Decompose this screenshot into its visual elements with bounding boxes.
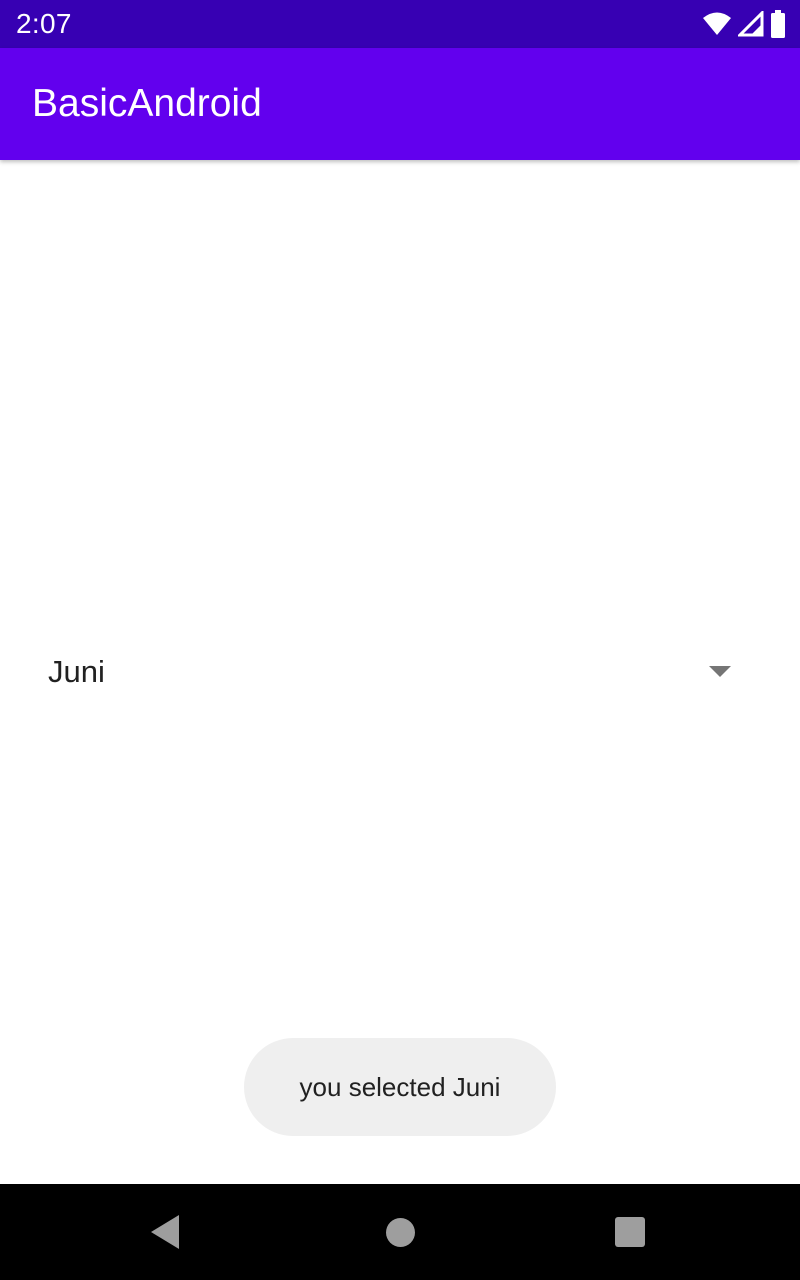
app-title: BasicAndroid (32, 82, 262, 125)
toast-message: you selected Juni (244, 1038, 556, 1136)
battery-icon (770, 10, 786, 38)
back-button[interactable] (120, 1184, 216, 1280)
spinner-selected-value: Juni (48, 654, 105, 689)
month-spinner[interactable]: Juni (32, 636, 752, 708)
recents-icon (615, 1217, 645, 1247)
home-icon (385, 1217, 415, 1247)
status-bar: 2:07 (0, 0, 800, 48)
status-icons (702, 0, 786, 48)
status-time: 2:07 (16, 8, 72, 39)
recents-button[interactable] (582, 1184, 678, 1280)
back-icon (151, 1215, 179, 1249)
android-screen: 2:07 BasicAndroid Juni you selected Juni (0, 0, 800, 1280)
cellular-signal-icon (738, 11, 764, 37)
wifi-icon (702, 11, 732, 37)
navigation-bar (0, 1184, 800, 1280)
home-button[interactable] (352, 1184, 448, 1280)
dropdown-arrow-icon (709, 666, 731, 677)
app-bar: BasicAndroid (0, 48, 800, 160)
